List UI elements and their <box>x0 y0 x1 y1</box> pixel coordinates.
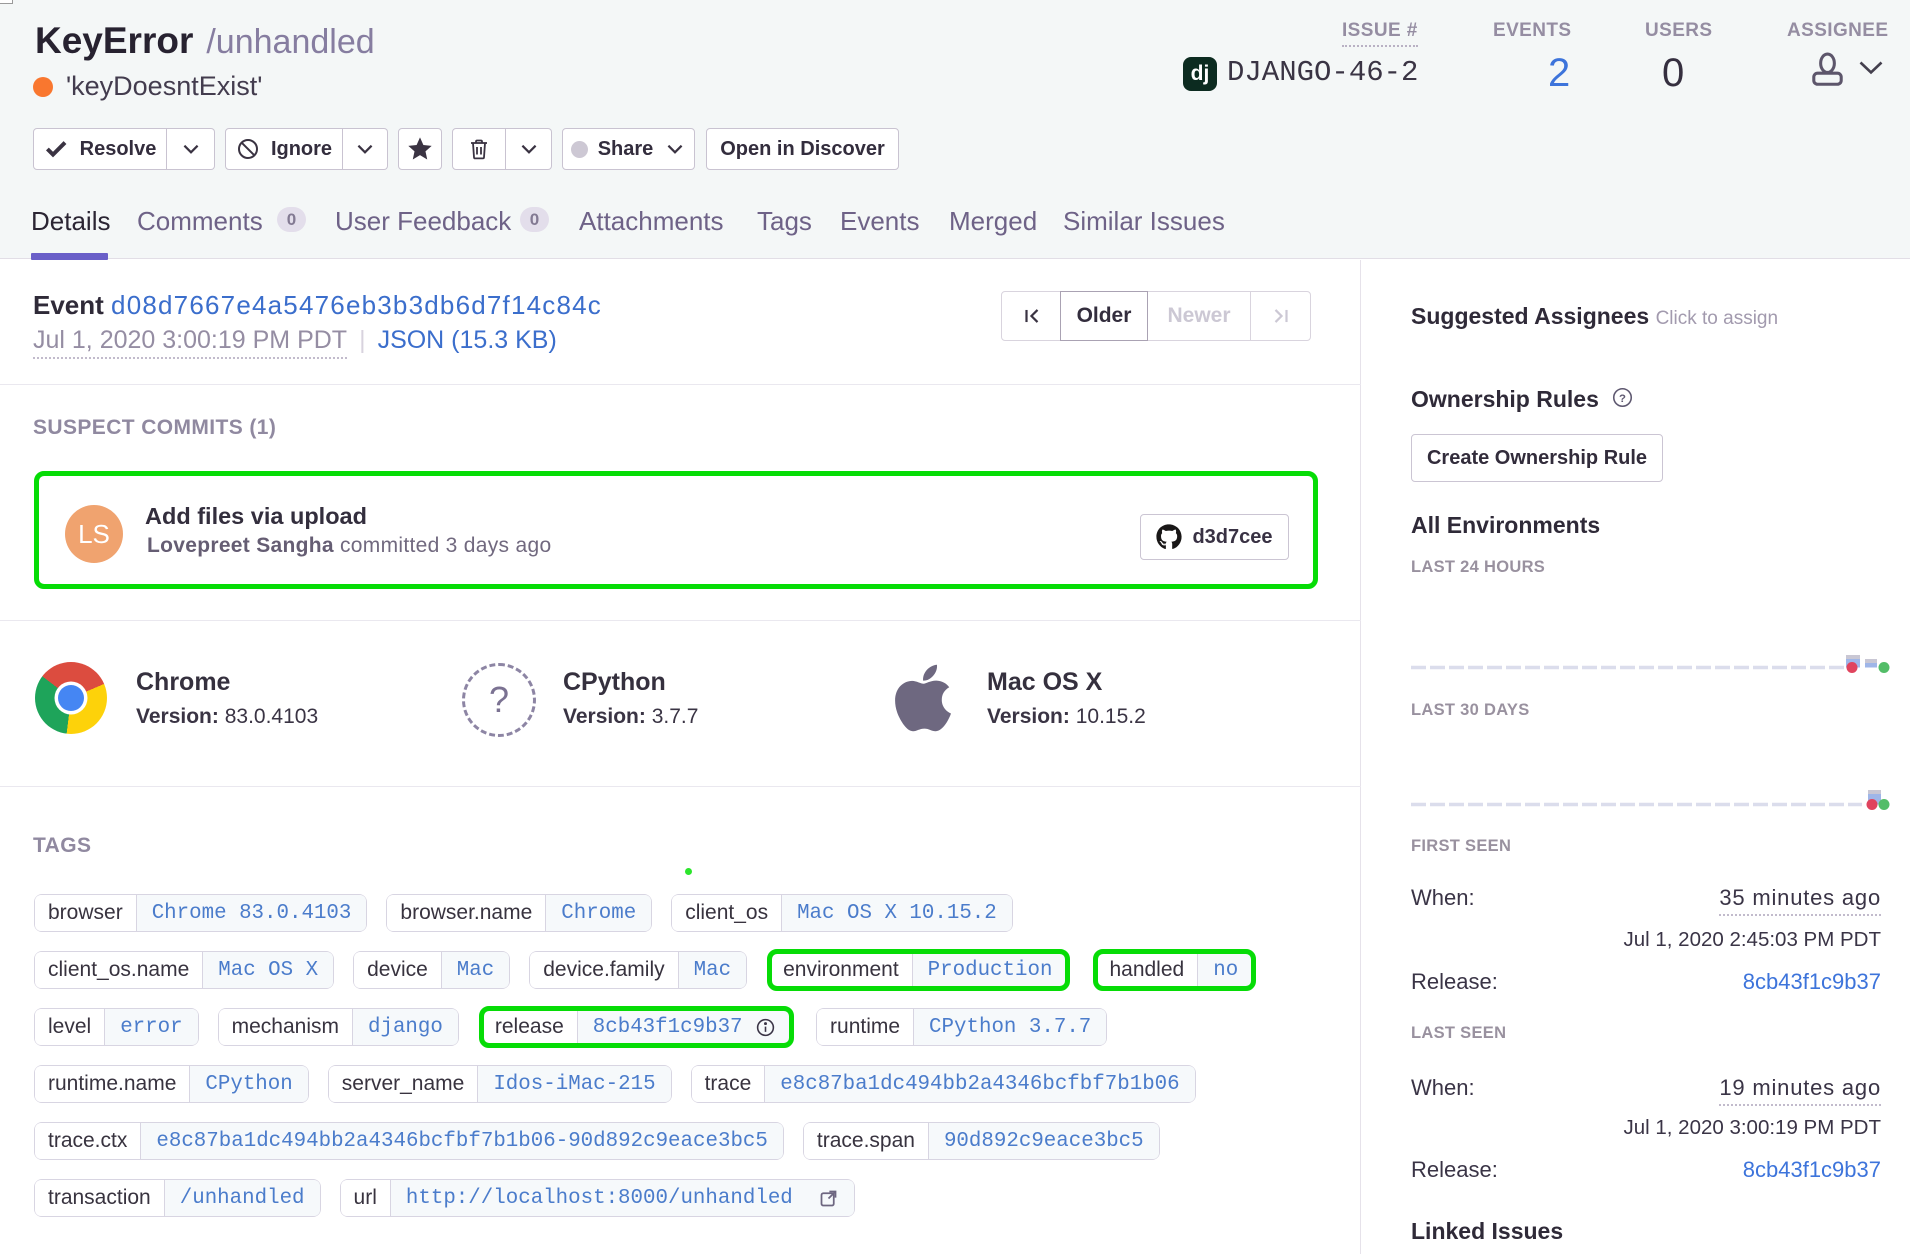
svg-text:?: ? <box>1619 393 1626 405</box>
